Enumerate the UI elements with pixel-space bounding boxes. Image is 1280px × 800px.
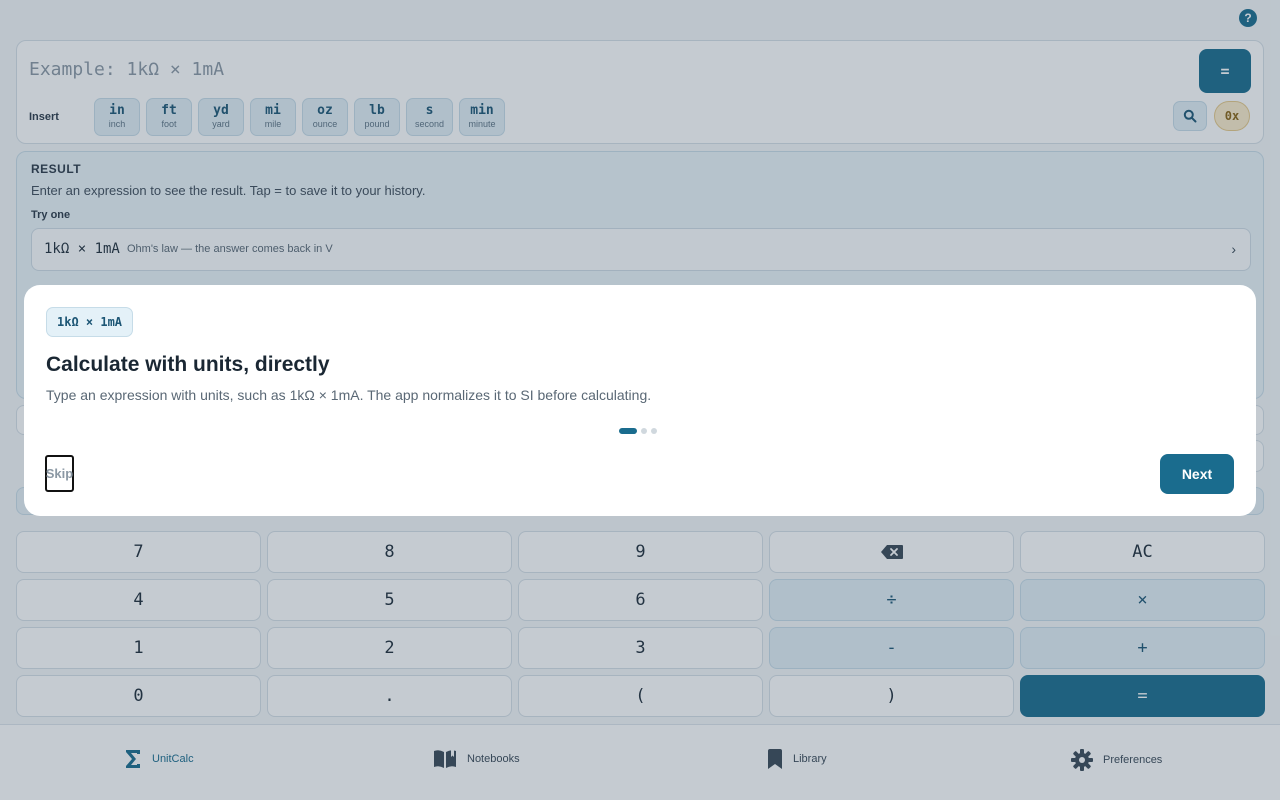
- step-dot-active: [619, 428, 637, 434]
- step-dot: [651, 428, 657, 434]
- onboarding-dialog: 1kΩ × 1mA Calculate with units, directly…: [24, 285, 1256, 516]
- skip-button[interactable]: Skip: [45, 455, 74, 492]
- next-button[interactable]: Next: [1160, 454, 1234, 494]
- onboarding-description: Type an expression with units, such as 1…: [46, 387, 652, 403]
- step-indicator: [619, 428, 657, 434]
- step-dot: [641, 428, 647, 434]
- example-chip: 1kΩ × 1mA: [46, 307, 134, 337]
- onboarding-title: Calculate with units, directly: [46, 353, 330, 376]
